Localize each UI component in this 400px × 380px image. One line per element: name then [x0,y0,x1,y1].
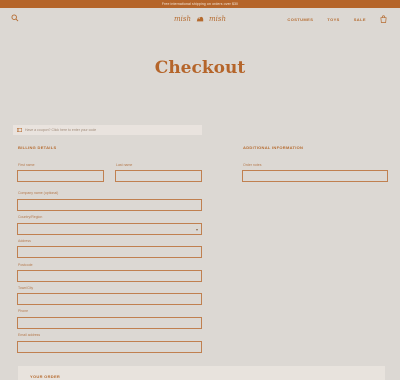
last-name-label: Last name [116,163,133,167]
cart-icon[interactable] [380,15,387,23]
site-header: mish mish COSTUMES TOYS SALE [0,8,400,30]
company-label: Company name (optional) [18,191,59,195]
order-notes-label: Order notes [243,163,262,167]
address-label: Address [18,239,31,243]
announcement-bar: Free international shipping on orders ov… [0,0,400,8]
postcode-label: Postcode [18,263,33,267]
order-notes-field[interactable] [242,170,388,182]
email-label: Email address [18,333,41,337]
nav-item-toys[interactable]: TOYS [327,17,339,22]
postcode-field[interactable] [17,270,202,282]
coupon-notice[interactable]: Have a coupon? Click here to enter your … [13,125,202,135]
announcement-text: Free international shipping on orders ov… [161,2,239,6]
town-label: Town/City [18,286,34,290]
chevron-down-icon: ▾ [195,227,198,232]
nav-item-costumes[interactable]: COSTUMES [287,17,313,22]
address-field[interactable] [17,246,202,258]
site-logo[interactable]: mish mish [172,11,228,27]
billing-heading: BILLING DETAILS [18,145,57,150]
company-field[interactable] [17,199,202,211]
search-icon[interactable] [11,14,19,22]
your-order-heading: YOUR ORDER [30,374,61,379]
country-label: Country/Region [18,215,43,219]
coupon-icon [17,128,22,132]
first-name-label: First name [18,163,35,167]
first-name-field[interactable] [17,170,104,182]
main-nav: COSTUMES TOYS SALE [287,15,387,23]
additional-info-heading: ADDITIONAL INFORMATION [243,145,304,150]
logo-word-right: mish [209,15,226,23]
page-title: Checkout [154,58,246,78]
nav-item-sale[interactable]: SALE [354,17,366,22]
town-field[interactable] [17,293,202,305]
last-name-field[interactable] [115,170,202,182]
country-select[interactable]: ▾ [17,223,202,235]
your-order-panel: YOUR ORDER [18,366,385,380]
email-field[interactable] [17,341,202,353]
coupon-text: Have a coupon? Click here to enter your … [25,128,97,132]
logo-mark-icon [196,16,204,22]
phone-field[interactable] [17,317,202,329]
phone-label: Phone [18,309,29,313]
logo-word-left: mish [174,15,191,23]
